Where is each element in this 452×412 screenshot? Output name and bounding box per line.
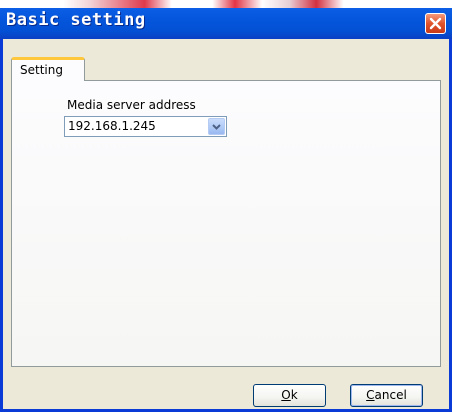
close-icon <box>429 17 442 30</box>
media-server-address-select[interactable]: 192.168.1.245 <box>64 116 227 137</box>
dialog-body: Setting Media server address 192.168.1.2… <box>3 39 449 409</box>
cancel-button[interactable]: Cancel <box>350 384 423 407</box>
cancel-mnemonic: C <box>366 388 375 402</box>
cancel-label-rest: ancel <box>374 388 407 402</box>
basic-setting-dialog: Basic setting Setting Media server addre… <box>0 0 452 412</box>
setting-panel: Media server address 192.168.1.245 <box>11 80 441 367</box>
media-server-address-label: Media server address <box>67 98 196 112</box>
close-button[interactable] <box>425 13 446 34</box>
tab-setting-label: Setting <box>20 63 63 77</box>
media-server-address-value: 192.168.1.245 <box>68 119 156 133</box>
background-strip <box>0 0 452 8</box>
tab-setting[interactable]: Setting <box>11 57 85 81</box>
window-title: Basic setting <box>6 10 146 30</box>
ok-label-rest: k <box>290 388 298 402</box>
dropdown-button[interactable] <box>208 118 225 135</box>
ok-mnemonic: O <box>281 388 291 402</box>
ok-button[interactable]: Ok <box>253 384 326 407</box>
chevron-down-icon <box>212 124 221 130</box>
